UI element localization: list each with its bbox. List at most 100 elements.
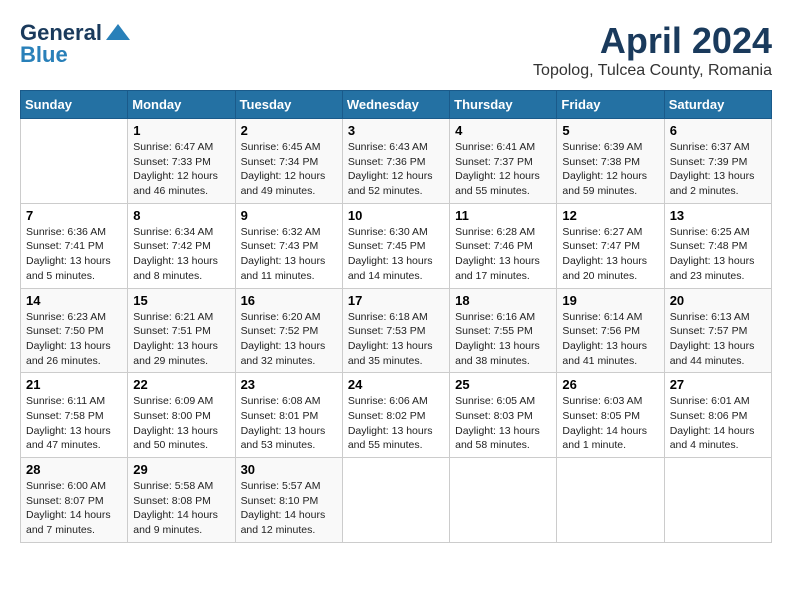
- day-number: 8: [133, 208, 229, 223]
- day-info: Sunrise: 6:25 AM Sunset: 7:48 PM Dayligh…: [670, 225, 766, 284]
- day-info: Sunrise: 6:27 AM Sunset: 7:47 PM Dayligh…: [562, 225, 658, 284]
- day-info: Sunrise: 6:23 AM Sunset: 7:50 PM Dayligh…: [26, 310, 122, 369]
- day-number: 22: [133, 377, 229, 392]
- day-number: 27: [670, 377, 766, 392]
- calendar-cell: 18 Sunrise: 6:16 AM Sunset: 7:55 PM Dayli…: [450, 288, 557, 373]
- day-info: Sunrise: 6:47 AM Sunset: 7:33 PM Dayligh…: [133, 140, 229, 199]
- calendar-cell: 1 Sunrise: 6:47 AM Sunset: 7:33 PM Daylig…: [128, 119, 235, 204]
- weekday-header: Sunday: [21, 91, 128, 119]
- day-number: 11: [455, 208, 551, 223]
- calendar-cell: 11 Sunrise: 6:28 AM Sunset: 7:46 PM Dayli…: [450, 203, 557, 288]
- day-number: 6: [670, 123, 766, 138]
- day-info: Sunrise: 5:57 AM Sunset: 8:10 PM Dayligh…: [241, 479, 337, 538]
- day-info: Sunrise: 6:36 AM Sunset: 7:41 PM Dayligh…: [26, 225, 122, 284]
- calendar-cell: 15 Sunrise: 6:21 AM Sunset: 7:51 PM Dayli…: [128, 288, 235, 373]
- calendar-cell: 13 Sunrise: 6:25 AM Sunset: 7:48 PM Dayli…: [664, 203, 771, 288]
- day-number: 28: [26, 462, 122, 477]
- calendar-cell: 8 Sunrise: 6:34 AM Sunset: 7:42 PM Daylig…: [128, 203, 235, 288]
- day-number: 1: [133, 123, 229, 138]
- day-info: Sunrise: 6:28 AM Sunset: 7:46 PM Dayligh…: [455, 225, 551, 284]
- day-number: 3: [348, 123, 444, 138]
- day-info: Sunrise: 6:41 AM Sunset: 7:37 PM Dayligh…: [455, 140, 551, 199]
- day-number: 23: [241, 377, 337, 392]
- calendar-cell: 30 Sunrise: 5:57 AM Sunset: 8:10 PM Dayli…: [235, 458, 342, 543]
- day-number: 9: [241, 208, 337, 223]
- day-number: 29: [133, 462, 229, 477]
- day-number: 10: [348, 208, 444, 223]
- calendar-cell: 12Sunrise: 6:27 AM Sunset: 7:47 PM Dayli…: [557, 203, 664, 288]
- day-info: Sunrise: 6:37 AM Sunset: 7:39 PM Dayligh…: [670, 140, 766, 199]
- day-info: Sunrise: 6:00 AM Sunset: 8:07 PM Dayligh…: [26, 479, 122, 538]
- day-info: Sunrise: 6:16 AM Sunset: 7:55 PM Dayligh…: [455, 310, 551, 369]
- weekday-header: Monday: [128, 91, 235, 119]
- logo-blue: Blue: [20, 42, 68, 68]
- calendar-table: SundayMondayTuesdayWednesdayThursdayFrid…: [20, 90, 772, 543]
- day-number: 13: [670, 208, 766, 223]
- day-info: Sunrise: 6:05 AM Sunset: 8:03 PM Dayligh…: [455, 394, 551, 453]
- day-number: 21: [26, 377, 122, 392]
- location-title: Topolog, Tulcea County, Romania: [533, 62, 772, 80]
- day-info: Sunrise: 6:08 AM Sunset: 8:01 PM Dayligh…: [241, 394, 337, 453]
- calendar-cell: 19 Sunrise: 6:14 AM Sunset: 7:56 PM Dayli…: [557, 288, 664, 373]
- day-info: Sunrise: 6:09 AM Sunset: 8:00 PM Dayligh…: [133, 394, 229, 453]
- day-info: Sunrise: 6:43 AM Sunset: 7:36 PM Dayligh…: [348, 140, 444, 199]
- day-info: Sunrise: 6:39 AM Sunset: 7:38 PM Dayligh…: [562, 140, 658, 199]
- calendar-cell: 2Sunrise: 6:45 AM Sunset: 7:34 PM Daylig…: [235, 119, 342, 204]
- day-info: Sunrise: 6:34 AM Sunset: 7:42 PM Dayligh…: [133, 225, 229, 284]
- day-number: 14: [26, 293, 122, 308]
- weekday-header-row: SundayMondayTuesdayWednesdayThursdayFrid…: [21, 91, 772, 119]
- calendar-cell: 20 Sunrise: 6:13 AM Sunset: 7:57 PM Dayli…: [664, 288, 771, 373]
- day-number: 4: [455, 123, 551, 138]
- calendar-cell: 7 Sunrise: 6:36 AM Sunset: 7:41 PM Daylig…: [21, 203, 128, 288]
- logo: General Blue: [20, 20, 132, 68]
- calendar-week-row: 1 Sunrise: 6:47 AM Sunset: 7:33 PM Daylig…: [21, 119, 772, 204]
- day-info: Sunrise: 5:58 AM Sunset: 8:08 PM Dayligh…: [133, 479, 229, 538]
- day-number: 24: [348, 377, 444, 392]
- weekday-header: Tuesday: [235, 91, 342, 119]
- day-info: Sunrise: 6:14 AM Sunset: 7:56 PM Dayligh…: [562, 310, 658, 369]
- calendar-cell: 9Sunrise: 6:32 AM Sunset: 7:43 PM Daylig…: [235, 203, 342, 288]
- calendar-week-row: 28 Sunrise: 6:00 AM Sunset: 8:07 PM Dayli…: [21, 458, 772, 543]
- day-number: 25: [455, 377, 551, 392]
- day-info: Sunrise: 6:45 AM Sunset: 7:34 PM Dayligh…: [241, 140, 337, 199]
- weekday-header: Thursday: [450, 91, 557, 119]
- calendar-cell: [557, 458, 664, 543]
- calendar-cell: 3 Sunrise: 6:43 AM Sunset: 7:36 PM Daylig…: [342, 119, 449, 204]
- day-number: 20: [670, 293, 766, 308]
- day-info: Sunrise: 6:18 AM Sunset: 7:53 PM Dayligh…: [348, 310, 444, 369]
- calendar-cell: 24 Sunrise: 6:06 AM Sunset: 8:02 PM Dayli…: [342, 373, 449, 458]
- calendar-cell: 10Sunrise: 6:30 AM Sunset: 7:45 PM Dayli…: [342, 203, 449, 288]
- day-number: 15: [133, 293, 229, 308]
- day-info: Sunrise: 6:20 AM Sunset: 7:52 PM Dayligh…: [241, 310, 337, 369]
- calendar-cell: 16 Sunrise: 6:20 AM Sunset: 7:52 PM Dayli…: [235, 288, 342, 373]
- calendar-cell: 6 Sunrise: 6:37 AM Sunset: 7:39 PM Daylig…: [664, 119, 771, 204]
- logo-icon: [104, 22, 132, 44]
- calendar-cell: 29 Sunrise: 5:58 AM Sunset: 8:08 PM Dayli…: [128, 458, 235, 543]
- calendar-cell: [450, 458, 557, 543]
- calendar-cell: 23 Sunrise: 6:08 AM Sunset: 8:01 PM Dayli…: [235, 373, 342, 458]
- calendar-cell: 14 Sunrise: 6:23 AM Sunset: 7:50 PM Dayli…: [21, 288, 128, 373]
- day-info: Sunrise: 6:21 AM Sunset: 7:51 PM Dayligh…: [133, 310, 229, 369]
- day-number: 18: [455, 293, 551, 308]
- day-number: 16: [241, 293, 337, 308]
- calendar-cell: 27Sunrise: 6:01 AM Sunset: 8:06 PM Dayli…: [664, 373, 771, 458]
- calendar-week-row: 21Sunrise: 6:11 AM Sunset: 7:58 PM Dayli…: [21, 373, 772, 458]
- day-info: Sunrise: 6:06 AM Sunset: 8:02 PM Dayligh…: [348, 394, 444, 453]
- day-number: 26: [562, 377, 658, 392]
- calendar-cell: 21Sunrise: 6:11 AM Sunset: 7:58 PM Dayli…: [21, 373, 128, 458]
- calendar-cell: [342, 458, 449, 543]
- calendar-cell: 25 Sunrise: 6:05 AM Sunset: 8:03 PM Dayli…: [450, 373, 557, 458]
- day-info: Sunrise: 6:13 AM Sunset: 7:57 PM Dayligh…: [670, 310, 766, 369]
- calendar-cell: 17Sunrise: 6:18 AM Sunset: 7:53 PM Dayli…: [342, 288, 449, 373]
- weekday-header: Wednesday: [342, 91, 449, 119]
- calendar-cell: 22 Sunrise: 6:09 AM Sunset: 8:00 PM Dayli…: [128, 373, 235, 458]
- header: General Blue April 2024 Topolog, Tulcea …: [20, 20, 772, 80]
- day-number: 7: [26, 208, 122, 223]
- day-number: 30: [241, 462, 337, 477]
- day-number: 5: [562, 123, 658, 138]
- calendar-cell: 5 Sunrise: 6:39 AM Sunset: 7:38 PM Daylig…: [557, 119, 664, 204]
- day-number: 19: [562, 293, 658, 308]
- calendar-cell: 26Sunrise: 6:03 AM Sunset: 8:05 PM Dayli…: [557, 373, 664, 458]
- calendar-week-row: 7 Sunrise: 6:36 AM Sunset: 7:41 PM Daylig…: [21, 203, 772, 288]
- weekday-header: Friday: [557, 91, 664, 119]
